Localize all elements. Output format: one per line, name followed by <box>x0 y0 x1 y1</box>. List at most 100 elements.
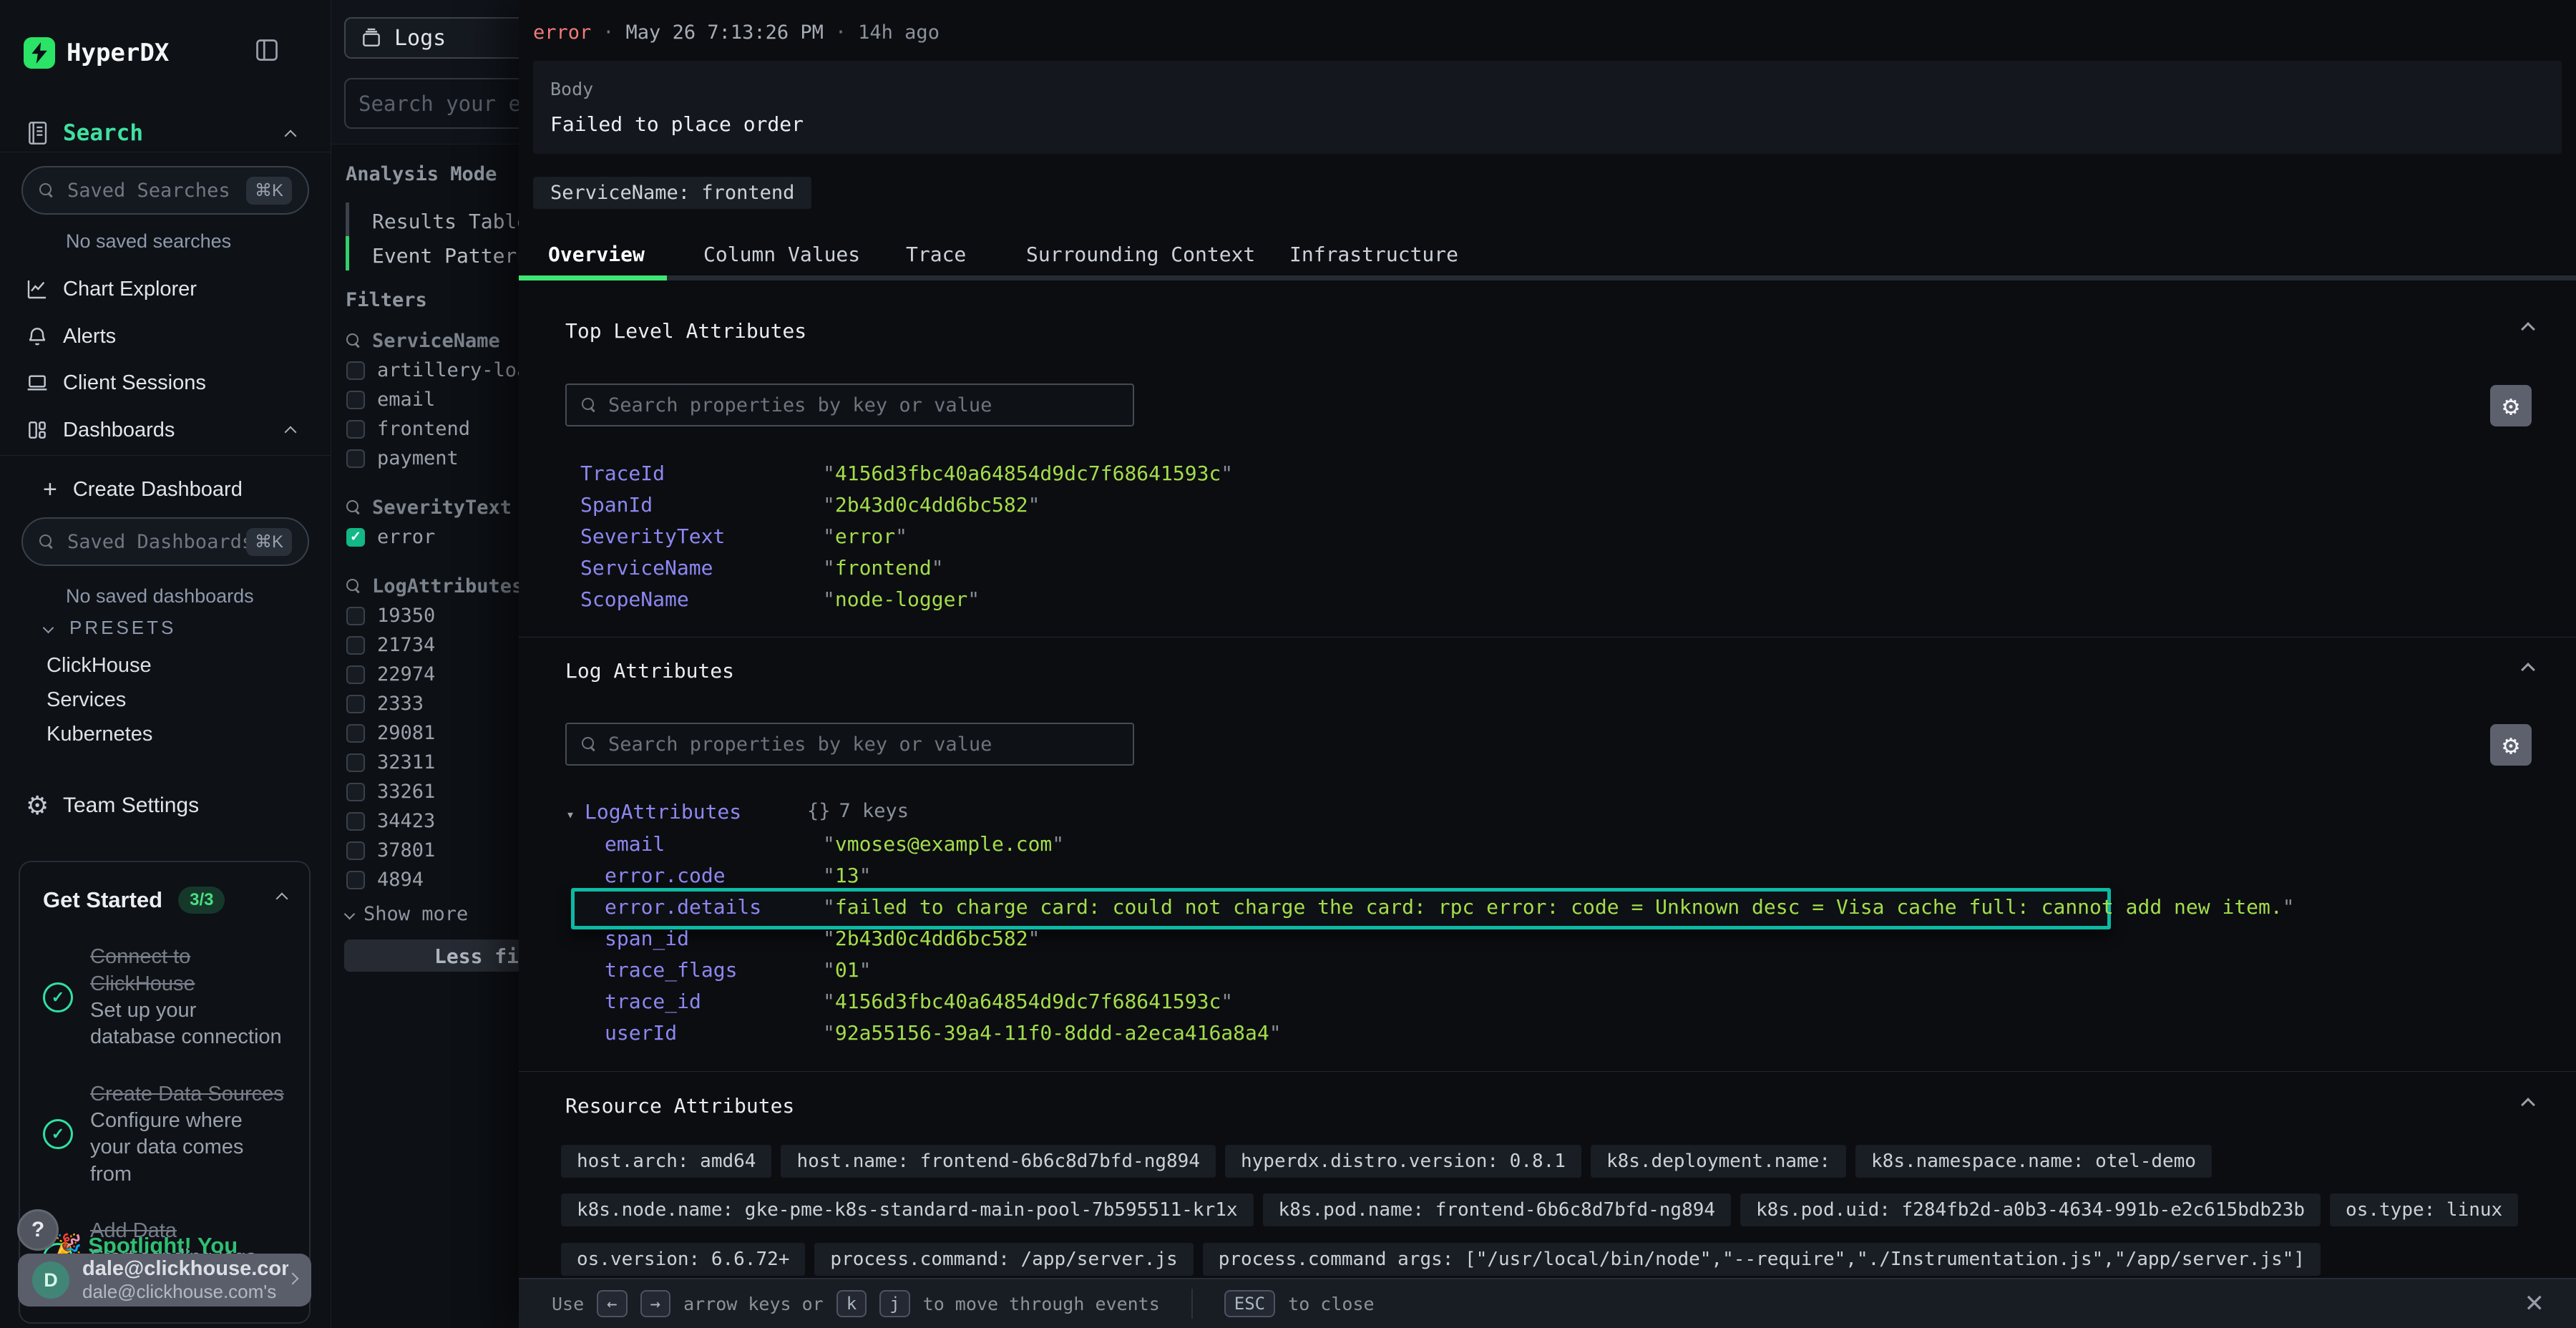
attribute-value[interactable]: "frontend" <box>823 556 944 580</box>
sidebar-item-chart-explorer[interactable]: Chart Explorer <box>0 270 331 308</box>
attribute-key[interactable]: trace_flags <box>605 958 737 982</box>
user-profile[interactable]: D dale@clickhouse.com dale@clickhouse.co… <box>18 1254 311 1307</box>
sidebar-item-client-sessions[interactable]: Client Sessions <box>0 364 331 401</box>
chevron-up-icon[interactable] <box>285 426 297 438</box>
filter-option-34423[interactable]: 34423 <box>346 806 519 836</box>
filter-option-32311[interactable]: 32311 <box>346 748 519 777</box>
event-search-input[interactable]: Search your ev <box>344 78 519 129</box>
filter-option-frontend[interactable]: frontend <box>346 414 519 444</box>
attribute-key[interactable]: error.code <box>605 864 726 887</box>
close-icon[interactable]: ✕ <box>2524 1289 2545 1318</box>
checkbox[interactable] <box>346 871 365 889</box>
checkbox[interactable] <box>346 449 365 468</box>
checkbox[interactable] <box>346 607 365 625</box>
get-started-step[interactable]: ✓Connect to ClickHouseSet up your databa… <box>43 944 286 1051</box>
resource-tag-os-version[interactable]: os.version: 6.6.72+ <box>561 1243 805 1276</box>
service-name-tag[interactable]: ServiceName: frontend <box>533 177 811 209</box>
sidebar-item-team-settings[interactable]: ⚙ Team Settings <box>0 787 331 824</box>
attribute-value[interactable]: "failed to charge card: could not charge… <box>823 895 2295 919</box>
resource-tag-host-arch[interactable]: host.arch: amd64 <box>561 1145 771 1178</box>
filter-option-29081[interactable]: 29081 <box>346 718 519 748</box>
chevron-up-icon[interactable] <box>2523 664 2533 678</box>
preset-item-services[interactable]: Services <box>47 683 152 717</box>
checkbox[interactable] <box>346 665 365 684</box>
filter-option-payment[interactable]: payment <box>346 444 519 473</box>
resource-tag-k8s-pod-name[interactable]: k8s.pod.name: frontend-6b6c8d7bfd-ng894 <box>1263 1193 1731 1226</box>
attribute-value[interactable]: "92a55156-39a4-11f0-8ddd-a2eca416a8a4" <box>823 1021 1282 1045</box>
top-level-settings-button[interactable]: ⚙ <box>2490 385 2532 426</box>
attribute-key[interactable]: trace_id <box>605 990 701 1013</box>
checkbox[interactable] <box>346 420 365 439</box>
resource-tag-process-command-args[interactable]: process.command args: ["/usr/local/bin/n… <box>1203 1243 2321 1276</box>
attribute-value[interactable]: "error" <box>823 524 907 548</box>
filter-option-4894[interactable]: 4894 <box>346 865 519 894</box>
log-attributes-settings-button[interactable]: ⚙ <box>2490 724 2532 766</box>
attribute-value[interactable]: "2b43d0c4dd6bc582" <box>823 493 1040 517</box>
preset-item-kubernetes[interactable]: Kubernetes <box>47 717 152 751</box>
source-select[interactable]: Logs <box>344 17 519 59</box>
attribute-key[interactable]: userId <box>605 1021 677 1045</box>
resource-tag-k8s-namespace-name[interactable]: k8s.namespace.name: otel-demo <box>1855 1145 2212 1178</box>
tab-infrastructure[interactable]: Infrastructure <box>1289 236 1458 272</box>
resource-tag-os-type[interactable]: os.type: linux <box>2330 1193 2518 1226</box>
attribute-key[interactable]: SeverityText <box>580 524 725 548</box>
attribute-value[interactable]: "13" <box>823 864 871 887</box>
resource-tag-process-command[interactable]: process.command: /app/server.js <box>814 1243 1193 1276</box>
checkbox[interactable] <box>346 695 365 713</box>
filter-option-19350[interactable]: 19350 <box>346 601 519 630</box>
chevron-up-icon[interactable] <box>278 894 286 907</box>
checkbox[interactable] <box>346 841 365 860</box>
filter-option-email[interactable]: email <box>346 385 519 414</box>
preset-item-clickhouse[interactable]: ClickHouse <box>47 648 152 683</box>
checkbox[interactable] <box>346 636 365 655</box>
saved-searches-input[interactable]: Saved Searches ⌘K <box>21 166 309 215</box>
tab-overview[interactable]: Overview <box>548 236 645 272</box>
resource-tag-k8s-deployment-name[interactable]: k8s.deployment.name: <box>1591 1145 1846 1178</box>
less-filters-button[interactable]: Less fil <box>344 939 519 972</box>
filter-option-2333[interactable]: 2333 <box>346 689 519 718</box>
sidebar-item-dashboards[interactable]: Dashboards <box>0 411 331 449</box>
attribute-key[interactable]: ServiceName <box>580 556 713 580</box>
attribute-key[interactable]: span_id <box>605 927 689 950</box>
resource-tag-hyperdx-distro-version[interactable]: hyperdx.distro.version: 0.8.1 <box>1225 1145 1581 1178</box>
presets-toggle[interactable]: PRESETS <box>44 617 176 639</box>
checkbox[interactable] <box>346 812 365 831</box>
filter-option-21734[interactable]: 21734 <box>346 630 519 660</box>
attribute-value[interactable]: "vmoses@example.com" <box>823 832 1064 856</box>
attribute-value[interactable]: "4156d3fbc40a64854d9dc7f68641593c" <box>823 990 1233 1013</box>
resource-tag-host-name[interactable]: host.name: frontend-6b6c8d7bfd-ng894 <box>781 1145 1216 1178</box>
tab-trace[interactable]: Trace <box>906 236 966 272</box>
checkbox[interactable] <box>346 783 365 801</box>
help-button[interactable]: ? <box>17 1209 59 1251</box>
saved-dashboards-input[interactable]: Saved Dashboards ⌘K <box>21 517 309 566</box>
get-started-step[interactable]: ✓Create Data SourcesConfigure where your… <box>43 1081 286 1188</box>
tab-column-values[interactable]: Column Values <box>703 236 860 272</box>
top-level-search-input[interactable]: Search properties by key or value <box>565 384 1134 426</box>
checkbox[interactable] <box>346 753 365 772</box>
sidebar-item-search[interactable]: Search <box>0 114 331 152</box>
attribute-value[interactable]: "2b43d0c4dd6bc582" <box>823 927 1040 950</box>
attribute-key[interactable]: TraceId <box>580 462 665 485</box>
checkbox[interactable] <box>346 391 365 409</box>
sidebar-item-alerts[interactable]: Alerts <box>0 318 331 355</box>
chevron-up-icon[interactable] <box>2523 323 2533 337</box>
sidebar-collapse-icon[interactable] <box>254 37 280 63</box>
show-more-button[interactable]: Show more <box>346 897 519 930</box>
attribute-value[interactable]: "01" <box>823 958 871 982</box>
checkbox-checked[interactable] <box>346 528 365 547</box>
resource-tag-k8s-node-name[interactable]: k8s.node.name: gke-pme-k8s-standard-main… <box>561 1193 1254 1226</box>
filter-option-artillery-loa[interactable]: artillery-loa <box>346 356 519 385</box>
filter-option-error[interactable]: error <box>346 522 519 552</box>
filter-option-22974[interactable]: 22974 <box>346 660 519 689</box>
chevron-up-icon[interactable] <box>285 130 297 142</box>
filter-option-33261[interactable]: 33261 <box>346 777 519 806</box>
resource-tag-k8s-pod-uid[interactable]: k8s.pod.uid: f284fb2d-a0b3-4634-991b-e2c… <box>1740 1193 2321 1226</box>
attribute-value[interactable]: "4156d3fbc40a64854d9dc7f68641593c" <box>823 462 1233 485</box>
attribute-key[interactable]: SpanId <box>580 493 653 517</box>
chevron-up-icon[interactable] <box>2523 1099 2533 1113</box>
attribute-key[interactable]: ScopeName <box>580 587 689 611</box>
attribute-value[interactable]: "node-logger" <box>823 587 980 611</box>
analysis-mode-event-patterns[interactable]: Event Patterns <box>372 243 519 268</box>
filter-option-37801[interactable]: 37801 <box>346 836 519 865</box>
attribute-key[interactable]: error.details <box>605 895 761 919</box>
